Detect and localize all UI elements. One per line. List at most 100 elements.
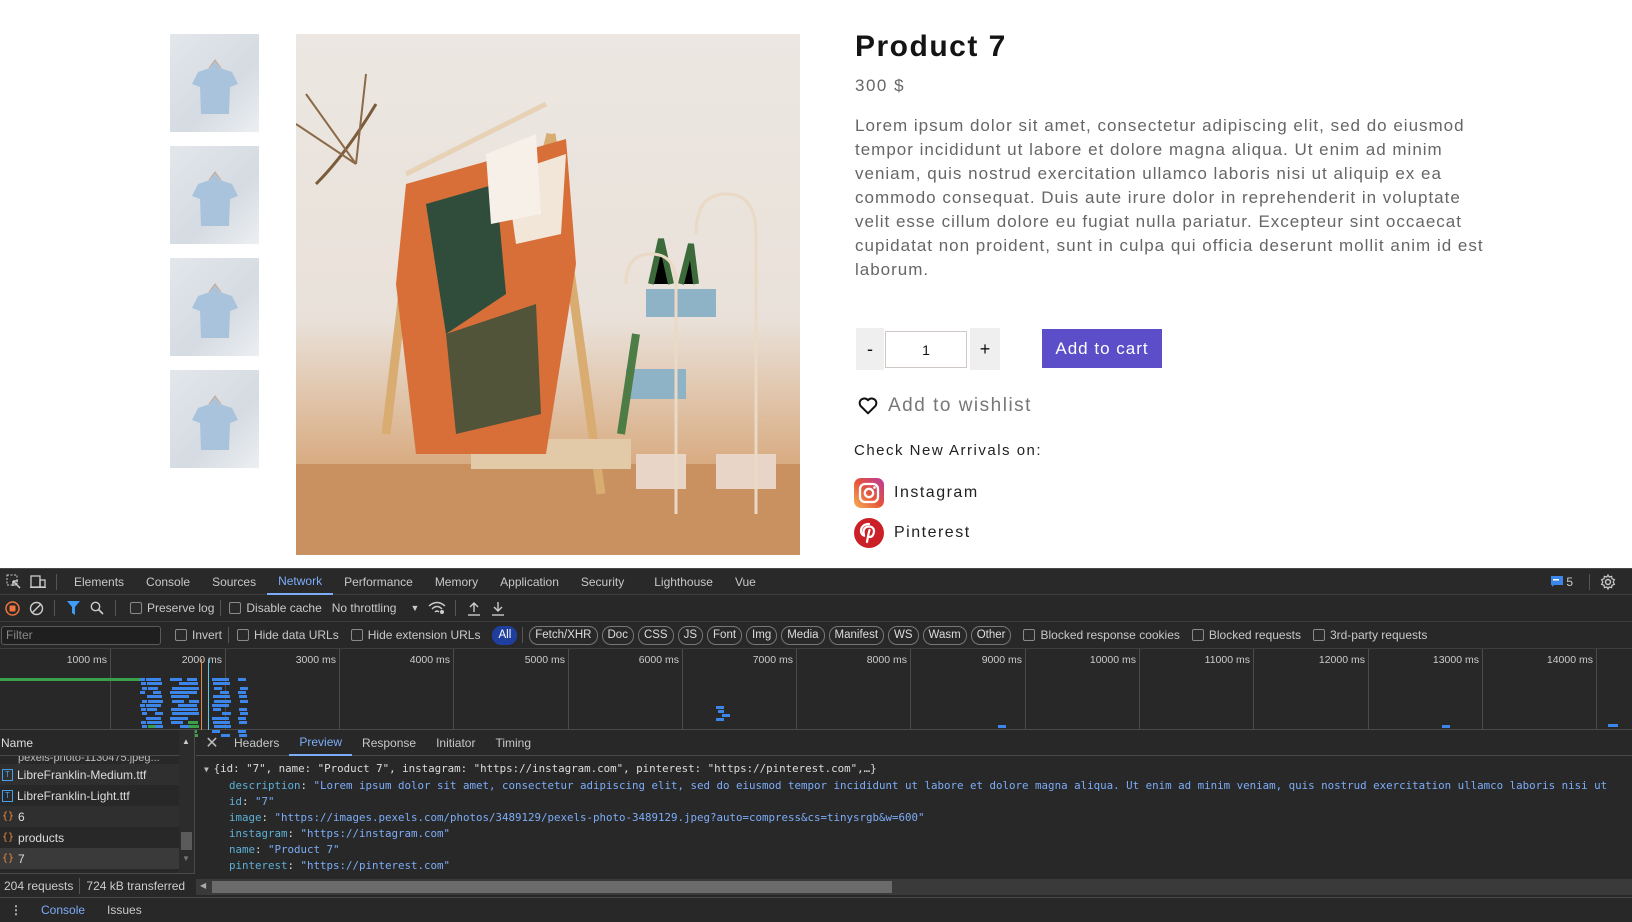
- add-to-cart-button[interactable]: Add to cart: [1042, 329, 1162, 368]
- type-filter-wasm[interactable]: Wasm: [922, 625, 967, 645]
- request-list-scrollbar[interactable]: ▲ ▼: [179, 730, 194, 873]
- device-toolbar-icon[interactable]: [26, 570, 50, 594]
- type-filter-media[interactable]: Media: [781, 625, 825, 645]
- type-filter-ws[interactable]: WS: [888, 625, 919, 645]
- checkbox-box[interactable]: [175, 629, 187, 641]
- request-row-selected[interactable]: {} 7: [0, 848, 194, 869]
- tab-performance[interactable]: Performance: [333, 569, 424, 595]
- scroll-left-arrow-icon[interactable]: ◀: [200, 881, 206, 890]
- tab-vue[interactable]: Vue: [724, 569, 767, 595]
- checkbox-box[interactable]: [1191, 629, 1204, 641]
- scroll-down-arrow-icon[interactable]: ▼: [182, 854, 190, 863]
- quantity-decrement-button[interactable]: -: [856, 328, 884, 370]
- type-filter-all[interactable]: All: [492, 625, 518, 645]
- scrollbar-thumb[interactable]: [181, 832, 192, 850]
- close-icon[interactable]: ✕: [200, 731, 224, 755]
- disable-cache-checkbox[interactable]: Disable cache: [229, 601, 322, 615]
- checkbox-box[interactable]: [350, 629, 363, 641]
- clear-icon[interactable]: [24, 596, 48, 620]
- request-row[interactable]: {} products: [0, 827, 194, 848]
- hide-data-urls-checkbox[interactable]: Hide data URLs: [237, 628, 339, 642]
- instagram-link[interactable]: Instagram: [854, 478, 979, 508]
- checkbox-box[interactable]: [237, 629, 250, 641]
- timeline-tick-label: 9000 ms: [981, 654, 1022, 666]
- add-to-wishlist-link[interactable]: Add to wishlist: [858, 395, 1032, 417]
- throttling-select[interactable]: No throttling ▼: [332, 601, 420, 615]
- filter-input[interactable]: Filter: [1, 625, 161, 645]
- tab-preview[interactable]: Preview: [289, 730, 353, 756]
- more-options-icon[interactable]: ⋮: [0, 903, 30, 917]
- tab-response[interactable]: Response: [352, 730, 426, 756]
- tab-timing[interactable]: Timing: [485, 730, 541, 756]
- preview-horizontal-scrollbar[interactable]: ◀: [196, 879, 1632, 895]
- blocked-requests-checkbox[interactable]: Blocked requests: [1191, 628, 1301, 642]
- request-row[interactable]: {} 6: [0, 806, 194, 827]
- json-root-line[interactable]: ▼ {id: "7", name: "Product 7", instagram…: [196, 761, 1632, 778]
- type-filter-img[interactable]: Img: [746, 625, 778, 645]
- timeline-request-bar: [187, 690, 197, 694]
- scrollbar-thumb[interactable]: [212, 881, 892, 893]
- tab-console[interactable]: Console: [135, 569, 201, 595]
- product-thumbnail[interactable]: [170, 34, 259, 132]
- type-filter-fetch-xhr[interactable]: Fetch/XHR: [529, 625, 598, 645]
- search-icon[interactable]: [85, 596, 109, 620]
- timeline-tick-label: 2000 ms: [181, 654, 222, 666]
- quantity-increment-button[interactable]: +: [970, 328, 1000, 370]
- type-filter-manifest[interactable]: Manifest: [828, 625, 885, 645]
- tab-sources[interactable]: Sources: [201, 569, 267, 595]
- third-party-requests-label: 3rd-party requests: [1329, 628, 1428, 642]
- blocked-response-cookies-checkbox[interactable]: Blocked response cookies: [1023, 628, 1180, 642]
- tab-memory[interactable]: Memory: [424, 569, 489, 595]
- drawer-tab-console[interactable]: Console: [30, 903, 96, 917]
- request-row[interactable]: T LibreFranklin-Light.ttf: [0, 785, 194, 806]
- timeline-request-bar: [222, 712, 231, 716]
- product-page: Product 7 300 $ Lorem ipsum dolor sit am…: [0, 0, 1632, 568]
- timeline-request-bar: [170, 678, 182, 681]
- product-thumbnail[interactable]: [170, 146, 259, 244]
- type-filter-font[interactable]: Font: [707, 625, 743, 645]
- type-filter-doc[interactable]: Doc: [601, 625, 634, 645]
- type-filter-js[interactable]: JS: [677, 625, 704, 645]
- checkbox-box[interactable]: [1312, 629, 1325, 641]
- export-har-icon[interactable]: [486, 596, 510, 620]
- inspect-element-icon[interactable]: [2, 570, 26, 594]
- import-har-icon[interactable]: [462, 596, 486, 620]
- network-conditions-icon[interactable]: [425, 596, 449, 620]
- name-column-header[interactable]: Name: [0, 730, 194, 756]
- divider: [79, 877, 81, 894]
- quantity-input[interactable]: [885, 331, 967, 368]
- product-thumbnail[interactable]: [170, 370, 259, 468]
- hide-extension-urls-checkbox[interactable]: Hide extension URLs: [350, 628, 480, 642]
- request-row[interactable]: pexels-photo-1130475.jpeg...: [0, 756, 194, 764]
- tab-initiator[interactable]: Initiator: [426, 730, 485, 756]
- tab-headers[interactable]: Headers: [224, 730, 289, 756]
- timeline-request-bar: [171, 721, 183, 724]
- filter-funnel-icon[interactable]: [61, 596, 85, 620]
- expand-arrow-icon[interactable]: ▼: [204, 765, 214, 774]
- record-stop-icon[interactable]: [0, 596, 24, 620]
- issues-counter[interactable]: 5: [1551, 575, 1573, 589]
- request-row[interactable]: T LibreFranklin-Medium.ttf: [0, 764, 194, 785]
- checkbox-box[interactable]: [130, 602, 142, 614]
- type-filter-other[interactable]: Other: [970, 625, 1012, 645]
- tab-network[interactable]: Network: [267, 569, 334, 595]
- tab-lighthouse[interactable]: Lighthouse: [643, 569, 724, 595]
- tab-elements[interactable]: Elements: [63, 569, 135, 595]
- tab-security[interactable]: Security: [570, 569, 635, 595]
- request-list: Name pexels-photo-1130475.jpeg... T Libr…: [0, 730, 195, 873]
- third-party-requests-checkbox[interactable]: 3rd-party requests: [1312, 628, 1428, 642]
- drawer-tab-issues[interactable]: Issues: [96, 903, 153, 917]
- pinterest-link[interactable]: Pinterest: [854, 518, 971, 548]
- checkbox-box[interactable]: [229, 602, 242, 614]
- settings-gear-icon[interactable]: [1596, 570, 1620, 594]
- scroll-up-arrow-icon[interactable]: ▲: [182, 737, 190, 746]
- type-filter-css[interactable]: CSS: [637, 625, 674, 645]
- preserve-log-checkbox[interactable]: Preserve log: [130, 601, 214, 615]
- checkbox-box[interactable]: [1023, 629, 1036, 641]
- tab-application[interactable]: Application: [489, 569, 570, 595]
- tshirt-icon: [192, 171, 238, 226]
- invert-checkbox[interactable]: Invert: [175, 628, 222, 642]
- timeline-request-bar: [142, 686, 147, 690]
- product-thumbnail[interactable]: [170, 258, 259, 356]
- network-timeline-overview[interactable]: 1000 ms 2000 ms 3000 ms 4000 ms 5000 ms 6000 …: [0, 649, 1632, 737]
